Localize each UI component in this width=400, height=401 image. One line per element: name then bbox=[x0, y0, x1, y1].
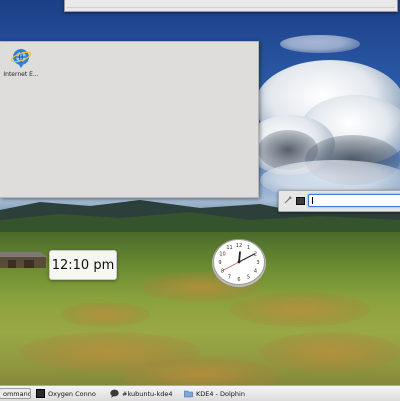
hour-hand bbox=[238, 251, 241, 263]
text-caret bbox=[312, 197, 313, 204]
clock-numeral: 11 bbox=[226, 245, 232, 251]
internet-explorer-icon bbox=[10, 47, 32, 69]
task-dolphin[interactable]: KDE4 - Dolphin bbox=[184, 388, 252, 399]
desktop-icon-label: Internet E... bbox=[3, 71, 39, 78]
run-command-dialog[interactable] bbox=[278, 190, 400, 212]
terminal-icon[interactable] bbox=[296, 197, 305, 205]
clock-numeral: 8 bbox=[221, 268, 224, 274]
folder-icon bbox=[184, 390, 193, 398]
terminal-icon bbox=[36, 389, 45, 398]
clock-numeral: 12 bbox=[236, 243, 242, 249]
desktop-icon-internet-explorer[interactable]: Internet E... bbox=[3, 47, 39, 78]
analog-clock-widget[interactable]: 1 2 3 4 5 6 7 8 9 10 11 12 bbox=[209, 236, 269, 290]
clock-numeral: 3 bbox=[256, 260, 259, 266]
clock-numeral: 9 bbox=[218, 260, 221, 266]
folder-view-widget[interactable]: Internet E... bbox=[0, 41, 259, 198]
clock-numeral: 5 bbox=[247, 275, 250, 281]
run-command-input[interactable] bbox=[308, 194, 400, 207]
clock-numeral: 1 bbox=[247, 245, 250, 251]
task-command[interactable]: ommand bbox=[0, 388, 31, 399]
digital-clock-widget[interactable]: 12:10 pm bbox=[49, 250, 117, 280]
chat-bubble-icon bbox=[110, 389, 119, 398]
clock-numeral: 6 bbox=[237, 277, 240, 283]
clock-numeral: 7 bbox=[228, 275, 231, 281]
task-oxygen-console[interactable]: Oxygen Conno bbox=[36, 388, 100, 399]
task-kubuntu-label: #kubuntu-kde4 bbox=[122, 389, 172, 398]
task-kubuntu-chat[interactable]: #kubuntu-kde4 bbox=[110, 388, 172, 399]
clock-numeral: 4 bbox=[254, 268, 257, 274]
task-oxygen-label: Oxygen Conno bbox=[48, 389, 96, 398]
wrench-icon[interactable] bbox=[284, 196, 292, 204]
task-dolphin-label: KDE4 - Dolphin bbox=[196, 389, 245, 398]
clock-numeral: 10 bbox=[219, 251, 225, 257]
digital-clock-time: 12:10 pm bbox=[51, 257, 115, 273]
taskbar: ommand Oxygen Conno #kubuntu-kde4 KDE4 -… bbox=[0, 385, 400, 401]
task-command-label: ommand bbox=[3, 389, 31, 398]
top-window[interactable] bbox=[64, 0, 398, 12]
